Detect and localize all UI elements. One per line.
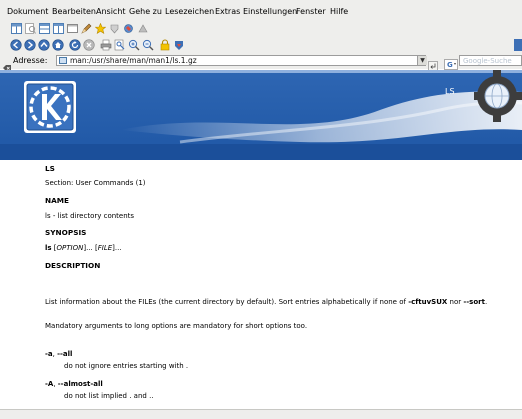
konqueror-activity-icon [510, 39, 522, 51]
man-page-content: LS Section: User Commands (1) NAME ls - … [0, 160, 522, 409]
option-almost-all-desc: do not list implied . and .. [64, 392, 154, 400]
clear-icon[interactable] [136, 22, 148, 34]
page-favicon-icon [59, 57, 67, 64]
menu-einstellungen[interactable]: Einstellungen [243, 7, 297, 16]
address-dropdown-button[interactable]: ▼ [417, 56, 427, 65]
main-toolbar [0, 37, 522, 53]
view-split-icon[interactable] [10, 22, 22, 34]
doc-section: Section: User Commands (1) [45, 179, 146, 187]
menu-hilfe[interactable]: Hilfe [330, 7, 348, 16]
tile-horizontal-icon[interactable] [38, 22, 50, 34]
desc-p1-nor: nor [447, 298, 464, 306]
banner-title: LS [445, 87, 455, 96]
synopsis-file: FILE [97, 244, 113, 252]
menu-gehe-zu[interactable]: Gehe zu [129, 7, 162, 16]
option-all-desc: do not ignore entries starting with . [64, 362, 189, 370]
synopsis-command: ls [45, 244, 52, 252]
desc-p1-text: List information about the FILEs (the cu… [45, 298, 409, 306]
pen-icon[interactable] [80, 22, 92, 34]
menu-extras[interactable]: Extras [215, 7, 240, 16]
window-icon[interactable] [66, 22, 78, 34]
opt-a-long: --all [57, 350, 73, 358]
menu-fenster[interactable]: Fenster [296, 7, 326, 16]
synopsis-option: OPTION [56, 244, 84, 252]
bookmark-star-icon[interactable] [94, 22, 106, 34]
man-page-banner: LS [0, 70, 522, 160]
zoom-out-icon[interactable] [142, 39, 154, 51]
extra-toolbar [0, 20, 522, 37]
menubar: Dokument Bearbeiten Ansicht Gehe zu Lese… [0, 0, 522, 20]
desc-p1-flags: -cftuvSUX [408, 298, 448, 306]
reload-icon[interactable] [69, 39, 81, 51]
description-heading: DESCRIPTION [45, 261, 101, 270]
search-placeholder: Google-Suche [463, 57, 512, 65]
desc-p1-end: . [484, 298, 488, 306]
search-provider-icon[interactable]: G [444, 55, 458, 70]
lock-icon[interactable] [159, 39, 171, 51]
shield-icon[interactable] [108, 22, 120, 34]
tile-vertical-icon[interactable] [52, 22, 64, 34]
desc-p1-sort: --sort [463, 298, 485, 306]
opt-A-long: --almost-all [57, 380, 103, 388]
address-label: Adresse: [13, 56, 48, 65]
back-icon[interactable] [10, 39, 22, 51]
menu-lesezeichen[interactable]: Lesezeichen [165, 7, 214, 16]
go-button[interactable] [428, 56, 438, 71]
name-heading: NAME [45, 196, 69, 205]
status-bar [0, 409, 522, 419]
zoom-in-icon[interactable] [128, 39, 140, 51]
synopsis-end: ]... [112, 244, 122, 252]
address-url[interactable]: man:/usr/share/man/man1/ls.1.gz [70, 56, 197, 66]
up-icon[interactable] [38, 39, 50, 51]
banner-graphic [0, 70, 522, 160]
description-paragraph-2: Mandatory arguments to long options are … [45, 322, 308, 330]
opt-a-short: -a [45, 350, 53, 358]
menu-ansicht[interactable]: Ansicht [96, 7, 126, 16]
save-icon[interactable] [173, 39, 185, 51]
menu-dokument[interactable]: Dokument [7, 7, 48, 16]
menu-bearbeiten[interactable]: Bearbeiten [52, 7, 96, 16]
print-icon[interactable] [100, 39, 112, 51]
name-text: ls - list directory contents [45, 212, 135, 220]
stop-icon[interactable] [83, 39, 95, 51]
tools-icon[interactable] [122, 22, 134, 34]
synopsis-line: ls [OPTION]... [FILE]... [45, 244, 122, 253]
doc-title: LS [45, 164, 55, 173]
find-icon[interactable] [24, 22, 36, 34]
address-bar: Adresse: man:/usr/share/man/man1/ls.1.gz… [0, 53, 522, 71]
svg-text:G: G [447, 61, 453, 69]
home-icon[interactable] [52, 39, 64, 51]
option-almost-all: -A, --almost-all [45, 380, 103, 389]
search-input[interactable]: Google-Suche [459, 55, 522, 66]
clear-location-icon[interactable] [3, 57, 11, 71]
address-input[interactable]: man:/usr/share/man/man1/ls.1.gz [56, 55, 426, 66]
description-paragraph-1: List information about the FILEs (the cu… [45, 298, 487, 307]
synopsis-mid: ]... [ [83, 244, 98, 252]
synopsis-heading: SYNOPSIS [45, 228, 87, 237]
print-frame-icon[interactable] [114, 39, 126, 51]
option-all: -a, --all [45, 350, 72, 359]
forward-icon[interactable] [24, 39, 36, 51]
